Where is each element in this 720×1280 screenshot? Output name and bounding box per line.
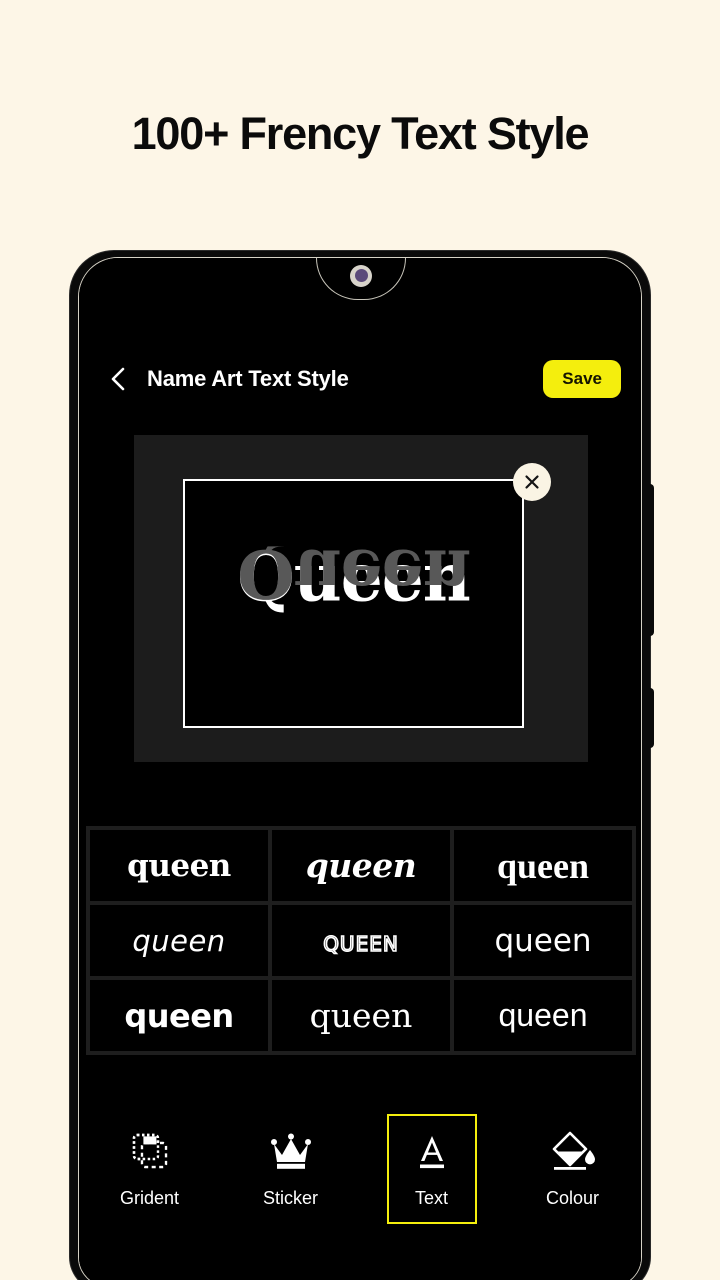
toolbar-tab-label: Grident xyxy=(119,1188,180,1208)
font-preview-label: queen xyxy=(305,846,417,885)
close-x-icon xyxy=(525,475,539,489)
close-text-button[interactable] xyxy=(513,463,551,501)
font-preview-label: queen xyxy=(322,923,399,959)
toolbar-tab-text[interactable]: Text xyxy=(386,1114,477,1224)
paint-bucket-icon xyxy=(548,1127,598,1175)
font-style-option[interactable]: queen xyxy=(90,905,268,976)
phone-screen: Name Art Text Style Save Queen Queen que… xyxy=(79,258,641,1280)
font-preview-label: queen xyxy=(132,923,226,958)
text-a-icon xyxy=(407,1127,457,1175)
back-button[interactable] xyxy=(101,362,135,396)
phone-volume-button xyxy=(644,484,654,636)
toolbar-tab-grident[interactable]: Grident xyxy=(105,1114,195,1224)
font-preview-label: queen xyxy=(494,922,592,959)
art-canvas[interactable]: Queen Queen xyxy=(134,435,588,762)
toolbar-tab-label: Sticker xyxy=(262,1188,318,1208)
crown-icon xyxy=(266,1127,316,1175)
bottom-toolbar: Grident Sticker Text Colour xyxy=(79,1092,641,1280)
toolbar-tab-label: Text xyxy=(414,1188,448,1208)
font-preview-label: queen xyxy=(124,996,234,1035)
font-style-option[interactable]: queen xyxy=(454,905,632,976)
toolbar-tab-colour[interactable]: Colour xyxy=(528,1114,618,1224)
font-style-option[interactable]: queen xyxy=(90,830,268,901)
font-style-option[interactable]: queen xyxy=(90,980,268,1051)
font-style-option[interactable]: queen xyxy=(272,830,450,901)
font-preview-label: queen xyxy=(496,845,590,886)
font-style-grid: queen queen queen queen queen queen quee… xyxy=(86,826,636,1055)
font-preview-label: queen xyxy=(498,997,588,1033)
layers-icon xyxy=(125,1127,175,1175)
art-text-reflection: Queen xyxy=(237,545,470,612)
font-style-option[interactable]: queen xyxy=(272,980,450,1051)
font-style-option[interactable]: queen xyxy=(454,830,632,901)
waterdrop-notch xyxy=(316,258,406,300)
camera-lens xyxy=(354,269,368,282)
font-preview-label: queen xyxy=(309,996,413,1035)
toolbar-tab-label: Colour xyxy=(545,1188,600,1208)
phone-power-button xyxy=(644,688,654,748)
toolbar-tab-sticker[interactable]: Sticker xyxy=(246,1114,336,1224)
font-preview-label: queen xyxy=(127,847,231,884)
app-bar: Name Art Text Style Save xyxy=(79,348,641,410)
font-style-option[interactable]: queen xyxy=(454,980,632,1051)
promo-page: 100+ Frency Text Style Name Art Text Sty… xyxy=(0,0,720,1280)
font-style-option[interactable]: queen xyxy=(272,905,450,976)
text-selection-frame[interactable]: Queen Queen xyxy=(183,463,551,728)
phone-notch-area xyxy=(79,258,641,304)
save-button[interactable]: Save xyxy=(543,360,621,398)
art-text-stack: Queen Queen xyxy=(185,546,522,666)
page-title: Name Art Text Style xyxy=(147,366,349,391)
phone-bezel: Name Art Text Style Save Queen Queen que… xyxy=(78,257,642,1280)
promo-headline: 100+ Frency Text Style xyxy=(131,108,590,159)
front-camera-icon xyxy=(350,264,372,287)
chevron-left-icon xyxy=(111,367,125,391)
